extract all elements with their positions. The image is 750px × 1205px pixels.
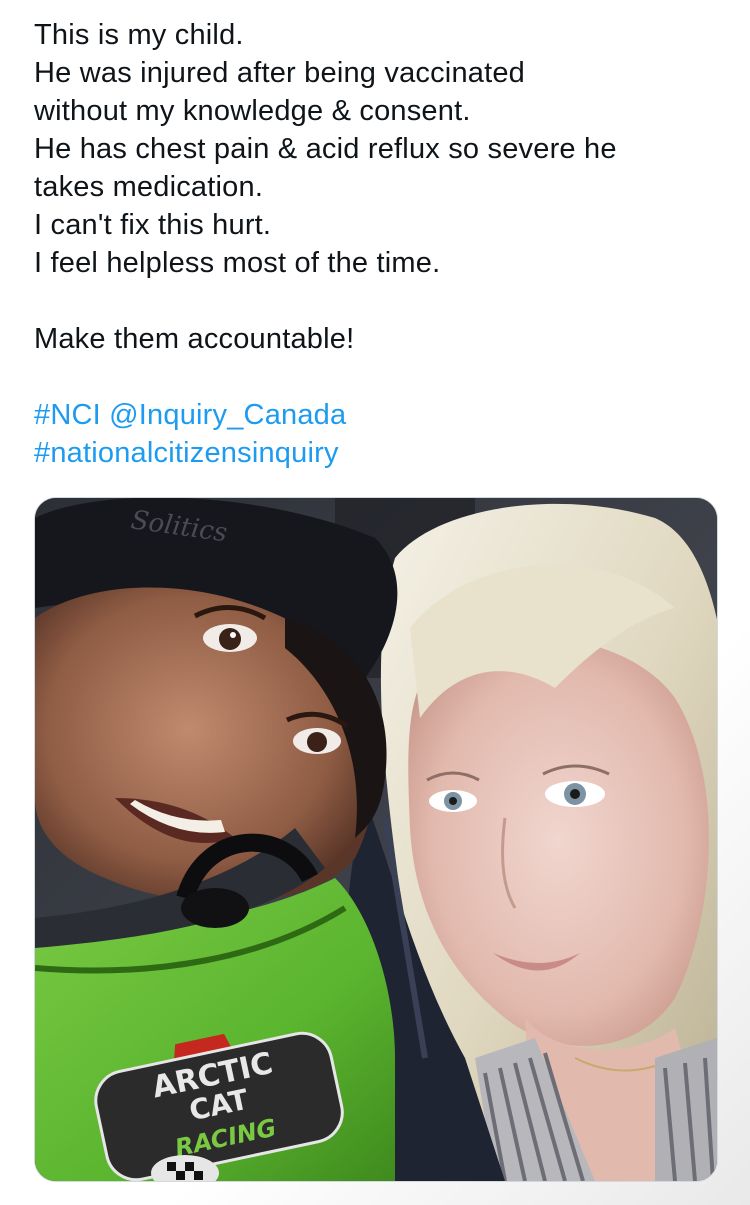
mention-inquiry-canada-link[interactable]: @Inquiry_Canada (109, 399, 346, 431)
tweet-line: I feel helpless most of the time. (34, 247, 441, 279)
tweet-card: This is my child. He was injured after b… (0, 0, 750, 1205)
tweet-line: He was injured after being vaccinated (34, 57, 526, 89)
tweet-line: This is my child. (34, 19, 244, 51)
tweet-line: I can't fix this hurt. (34, 209, 272, 241)
tweet-links-line: #nationalcitizensinquiry (34, 434, 724, 472)
tweet-call-to-action: Make them accountable! (34, 323, 355, 355)
tweet-line: He has chest pain & acid reflux so sever… (34, 133, 617, 165)
selfie-photo-illustration: Solitics ARCTIC CAT RACING (35, 498, 717, 1181)
hashtag-nationalcitizensinquiry-link[interactable]: #nationalcitizensinquiry (34, 437, 339, 469)
tweet-text: This is my child. He was injured after b… (34, 16, 724, 472)
tweet-line: without my knowledge & consent. (34, 95, 471, 127)
tweet-photo[interactable]: Solitics ARCTIC CAT RACING (34, 497, 718, 1182)
hashtag-nci-link[interactable]: #NCI (34, 399, 101, 431)
tweet-line: takes medication. (34, 171, 264, 203)
tweet-links-line: #NCI @Inquiry_Canada (34, 396, 724, 434)
